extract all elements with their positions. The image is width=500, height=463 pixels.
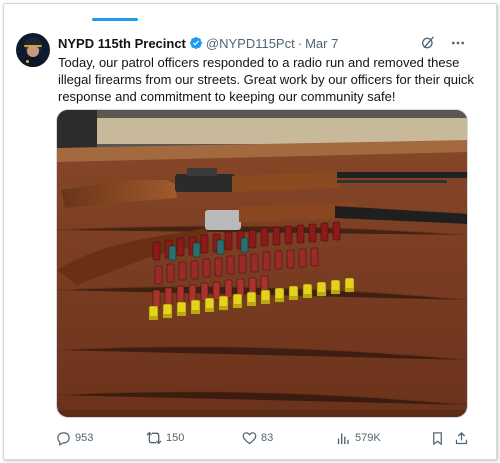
avatar-face (27, 46, 39, 57)
more-icon[interactable] (450, 35, 466, 51)
share-button[interactable] (454, 429, 469, 447)
tweet-card: NYPD 115th Precinct @NYPD115Pct · Mar 7 … (3, 3, 497, 460)
bookmark-icon (430, 431, 445, 446)
handle[interactable]: @NYPD115Pct (206, 36, 295, 51)
tweet-header: NYPD 115th Precinct @NYPD115Pct · Mar 7 (58, 35, 338, 51)
tweet-date[interactable]: Mar 7 (305, 36, 338, 51)
avatar-badge (26, 60, 29, 63)
repost-icon (146, 430, 162, 446)
photo-of-seized-firearms-icon (57, 110, 467, 417)
reply-icon (56, 431, 71, 446)
like-count: 83 (261, 432, 274, 444)
reply-count: 953 (75, 432, 94, 444)
like-icon (242, 431, 257, 446)
repost-button[interactable]: 150 (146, 429, 184, 447)
avatar[interactable] (16, 33, 50, 67)
views-icon (336, 431, 351, 446)
views-button[interactable]: 579K (336, 429, 381, 447)
bookmark-button[interactable] (430, 429, 445, 447)
verified-icon (189, 36, 203, 50)
repost-count: 150 (166, 432, 185, 444)
tweet-text: Today, our patrol officers responded to … (58, 55, 474, 104)
top-right-icons (420, 35, 466, 51)
active-tab-indicator (92, 18, 138, 21)
share-icon (454, 431, 469, 446)
display-name[interactable]: NYPD 115th Precinct (58, 36, 186, 51)
tweet-actions: 953 150 83 579K (56, 429, 470, 447)
tweet-photo[interactable] (56, 109, 468, 418)
views-count: 579K (355, 432, 381, 444)
like-button[interactable]: 83 (242, 429, 273, 447)
grok-icon[interactable] (420, 35, 436, 51)
avatar-uniform (19, 57, 47, 67)
reply-button[interactable]: 953 (56, 429, 93, 447)
separator-dot: · (297, 35, 303, 51)
